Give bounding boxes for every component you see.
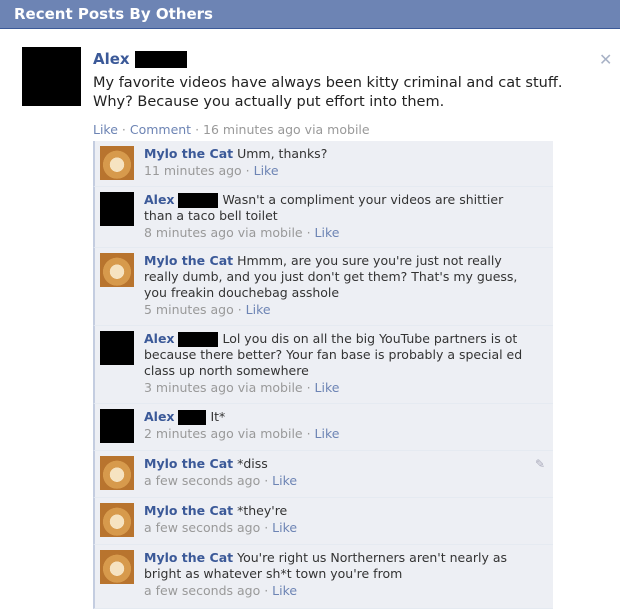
comment-text: It*: [210, 409, 226, 424]
comment-time: a few seconds ago: [144, 473, 261, 488]
comment-text: Umm, thanks?: [237, 146, 328, 161]
like-link[interactable]: Like: [272, 583, 297, 598]
like-link[interactable]: Like: [315, 225, 340, 240]
post-author[interactable]: Alex: [93, 50, 130, 68]
comment-text: *they're: [237, 503, 288, 518]
cat-avatar[interactable]: [100, 550, 134, 584]
comment: Alex Lol you dis on all the big YouTube …: [93, 326, 553, 404]
comment-time: 2 minutes ago via mobile: [144, 426, 303, 441]
comment: Mylo the Cat *diss a few seconds ago · L…: [93, 451, 553, 498]
comment: Mylo the Cat Umm, thanks? 11 minutes ago…: [93, 141, 553, 187]
like-link[interactable]: Like: [246, 302, 271, 317]
comment-meta: 2 minutes ago via mobile · Like: [144, 426, 340, 441]
redacted-name: [178, 332, 219, 347]
cat-avatar[interactable]: [100, 456, 134, 490]
section-header: Recent Posts By Others: [0, 0, 620, 29]
like-link[interactable]: Like: [272, 473, 297, 488]
like-link[interactable]: Like: [254, 163, 279, 178]
comment-meta: a few seconds ago · Like: [144, 473, 298, 488]
comment-list: Mylo the Cat Umm, thanks? 11 minutes ago…: [93, 141, 553, 609]
comment: Mylo the Cat Hmmm, are you sure you're j…: [93, 248, 553, 326]
post-body: My favorite videos have always been kitt…: [93, 74, 563, 139]
comment-author[interactable]: Alex: [144, 192, 175, 207]
avatar[interactable]: [100, 409, 134, 443]
comment-meta: a few seconds ago · Like: [144, 583, 298, 598]
comment: Alex It* 2 minutes ago via mobile · Like: [93, 404, 553, 451]
comment-author[interactable]: Alex: [144, 331, 175, 346]
post-meta: Like · Comment · 16 minutes ago via mobi…: [93, 122, 370, 137]
comment-time: 5 minutes ago: [144, 302, 234, 317]
comment-meta: 11 minutes ago · Like: [144, 163, 279, 178]
comment-link[interactable]: Comment: [130, 122, 191, 137]
redacted-name: [134, 51, 187, 68]
comment-time: a few seconds ago: [144, 583, 261, 598]
cat-avatar[interactable]: [100, 253, 134, 287]
redacted-name: [178, 193, 219, 208]
comment-meta: a few seconds ago · Like: [144, 520, 298, 535]
comment-meta: 5 minutes ago · Like: [144, 302, 271, 317]
close-icon[interactable]: ✕: [599, 50, 612, 69]
post-header: Alex: [93, 49, 593, 68]
comment: Mylo the Cat You're right us Northerners…: [93, 545, 553, 609]
comment-time: 11 minutes ago: [144, 163, 242, 178]
like-link[interactable]: Like: [315, 426, 340, 441]
comment-author[interactable]: Mylo the Cat: [144, 253, 233, 268]
avatar[interactable]: [100, 192, 134, 226]
comment-author[interactable]: Alex: [144, 409, 175, 424]
like-link[interactable]: Like: [93, 122, 118, 137]
like-link[interactable]: Like: [315, 380, 340, 395]
comment-time: 3 minutes ago via mobile: [144, 380, 303, 395]
post-time: 16 minutes ago via mobile: [203, 122, 370, 137]
section-title: Recent Posts By Others: [14, 5, 213, 23]
comment-time: 8 minutes ago via mobile: [144, 225, 303, 240]
avatar[interactable]: [100, 331, 134, 365]
comment-text: *diss: [237, 456, 268, 471]
comment-meta: 8 minutes ago via mobile · Like: [144, 225, 340, 240]
comment: Mylo the Cat *they're a few seconds ago …: [93, 498, 553, 545]
comment-meta: 3 minutes ago via mobile · Like: [144, 380, 340, 395]
like-link[interactable]: Like: [272, 520, 297, 535]
redacted-name: [178, 410, 207, 425]
comment-time: a few seconds ago: [144, 520, 261, 535]
cat-avatar[interactable]: [100, 146, 134, 180]
comment-author[interactable]: Mylo the Cat: [144, 146, 233, 161]
comment-author[interactable]: Mylo the Cat: [144, 456, 233, 471]
comment-author[interactable]: Mylo the Cat: [144, 503, 233, 518]
comment: Alex Wasn't a compliment your videos are…: [93, 187, 553, 248]
cat-avatar[interactable]: [100, 503, 134, 537]
comment-author[interactable]: Mylo the Cat: [144, 550, 233, 565]
post-text: My favorite videos have always been kitt…: [93, 75, 563, 110]
pencil-icon[interactable]: ✎: [535, 457, 545, 471]
avatar[interactable]: [22, 47, 81, 106]
